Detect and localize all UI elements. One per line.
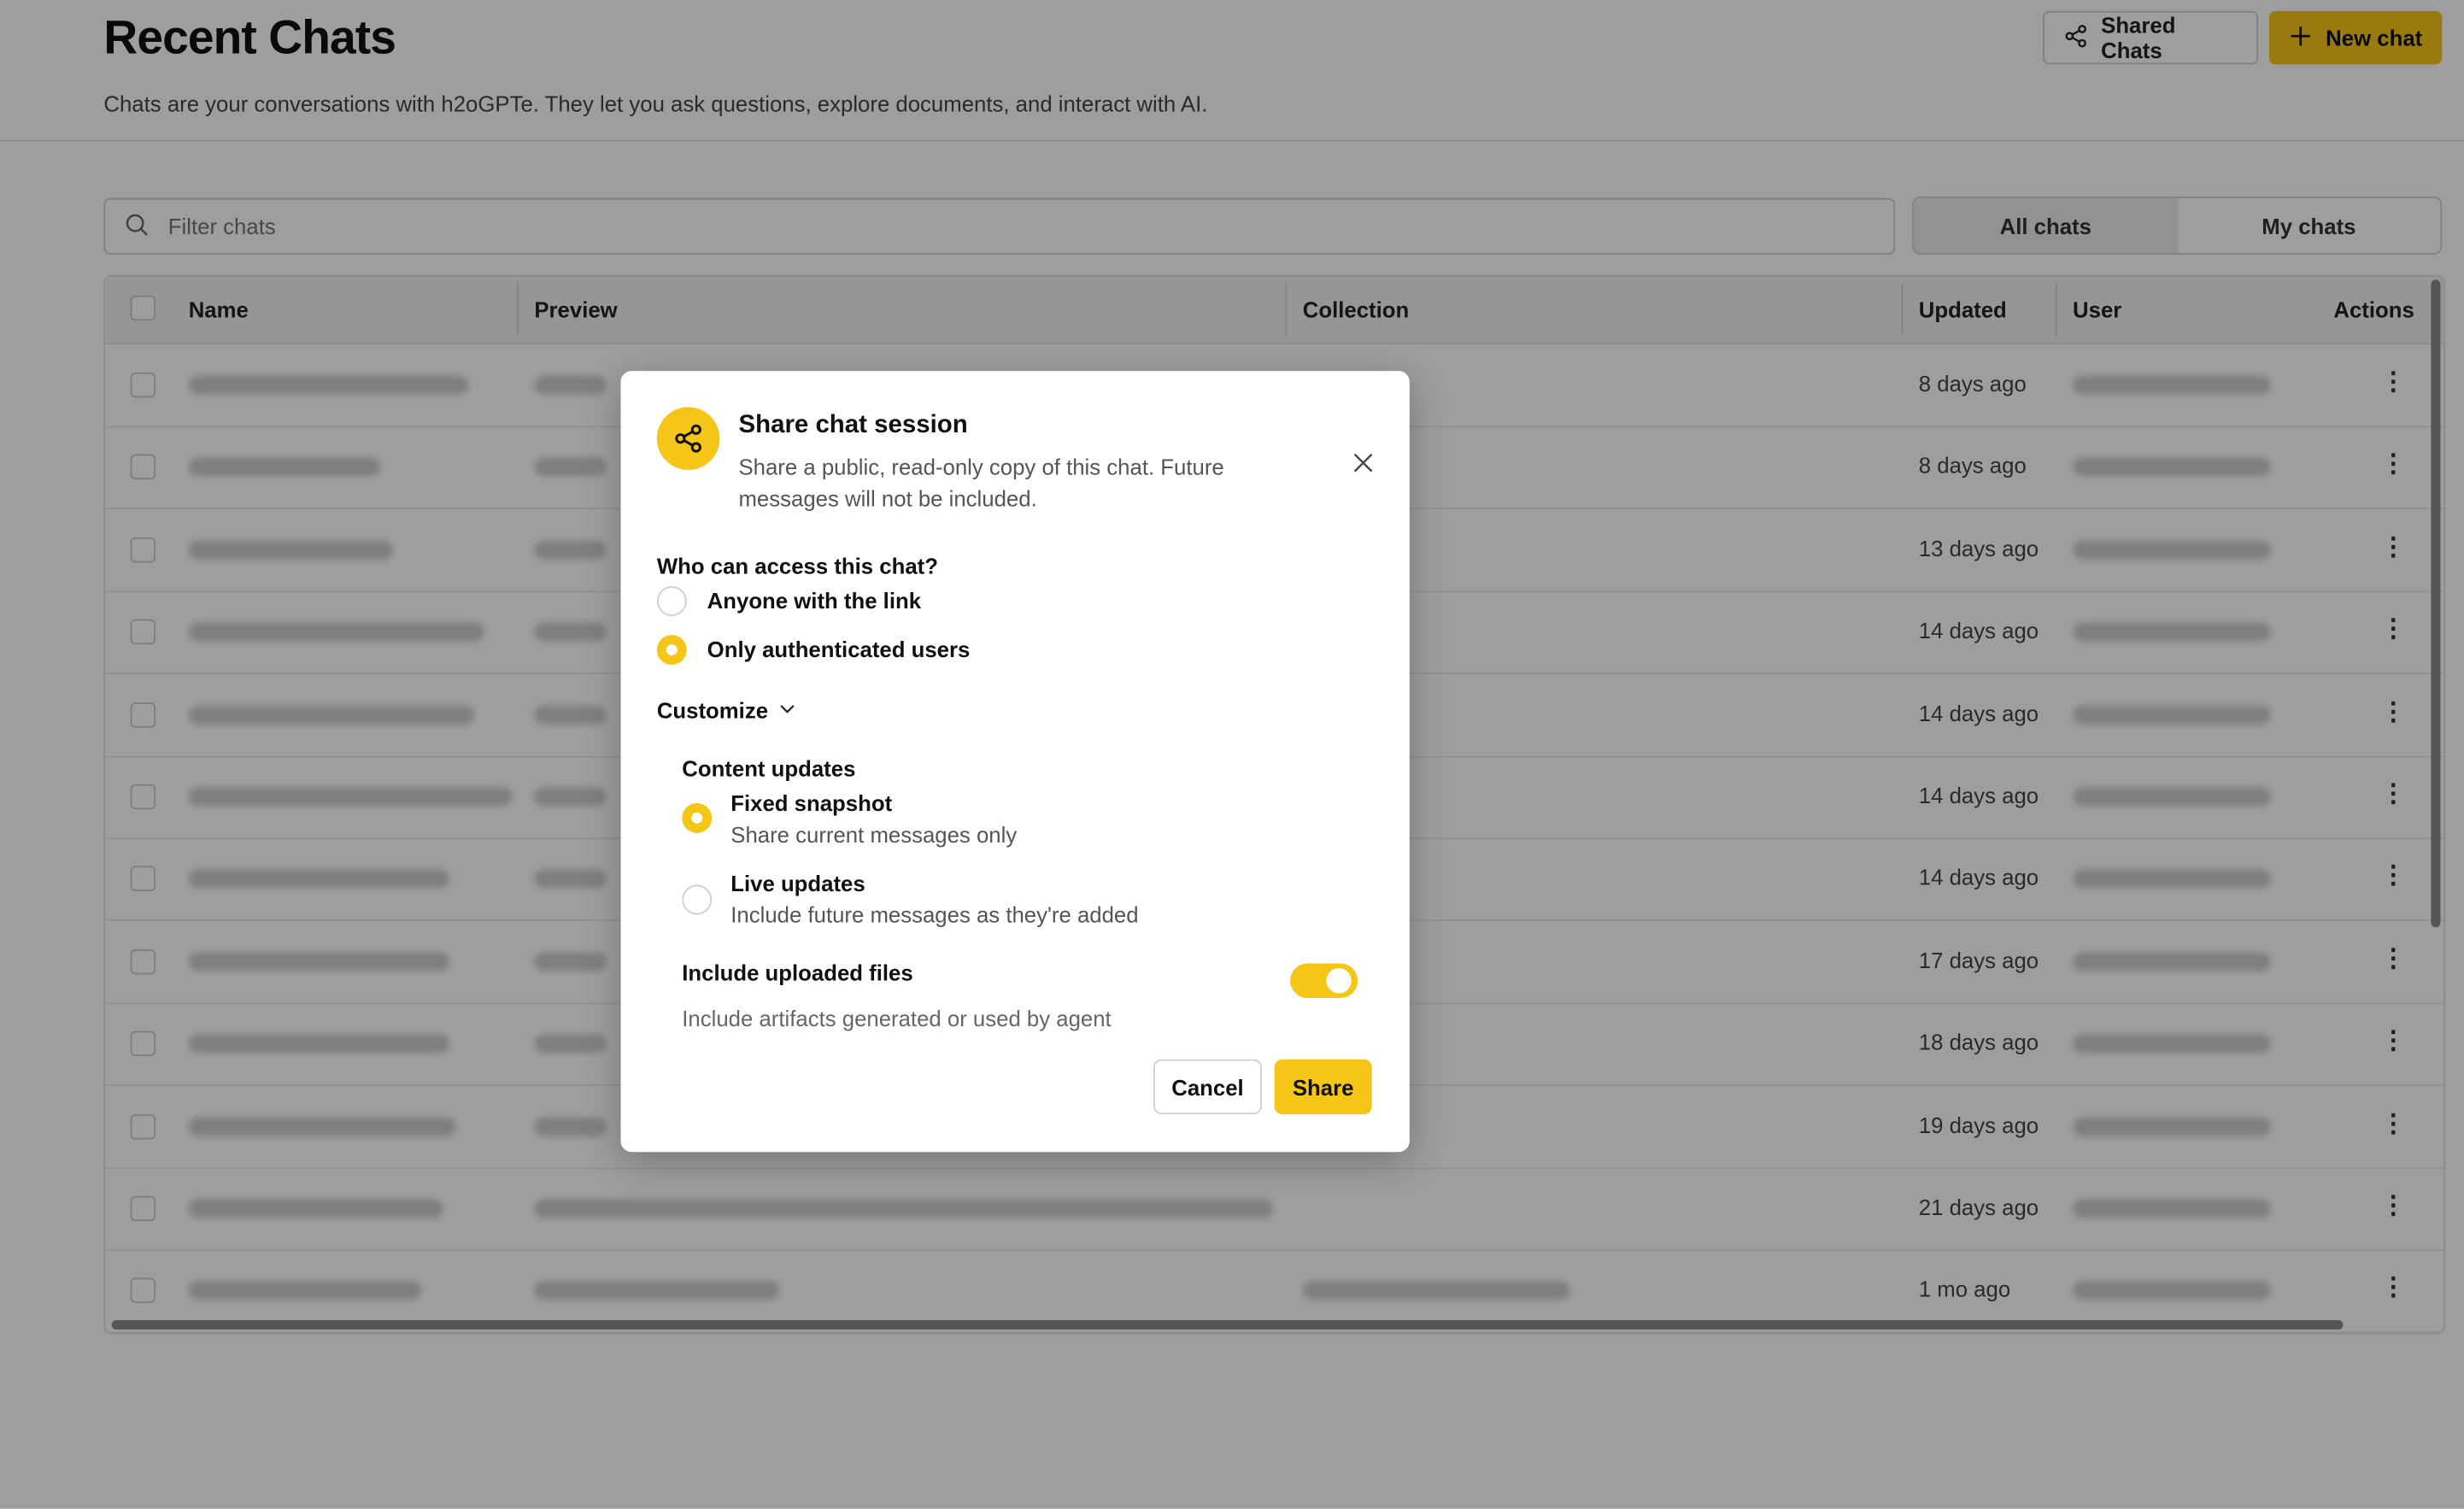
radio-fixed-snapshot[interactable] [682,802,713,833]
radio-anyone-with-link[interactable] [656,586,687,617]
share-chat-dialog: Share chat session Share a public, read-… [620,371,1410,1153]
include-files-description: Include artifacts generated or used by a… [682,1006,1112,1031]
option-live-updates[interactable]: Live updates [730,871,865,895]
radio-authenticated-users[interactable] [656,635,687,666]
close-icon[interactable] [1346,446,1378,478]
share-icon [656,407,720,470]
customize-toggle[interactable]: Customize [657,698,796,723]
content-updates-label: Content updates [682,755,856,782]
app-root: Recent Chats Chats are your conversation… [0,0,2464,1509]
customize-label: Customize [656,697,769,724]
access-question: Who can access this chat? [656,553,938,578]
option-anyone-with-link[interactable]: Anyone with the link [707,588,921,613]
include-files-toggle[interactable] [1290,963,1358,998]
option-fixed-snapshot[interactable]: Fixed snapshot [730,790,892,815]
fixed-snapshot-description: Share current messages only [730,821,1018,848]
live-updates-description: Include future messages as they're added [730,901,1139,928]
radio-live-updates[interactable] [682,884,713,915]
cancel-button[interactable]: Cancel [1153,1059,1262,1115]
chevron-down-icon [777,698,796,723]
dialog-description: Share a public, read-only copy of this c… [738,454,1224,511]
option-authenticated-users[interactable]: Only authenticated users [707,637,971,661]
share-button[interactable]: Share [1274,1059,1372,1115]
page: Recent Chats Chats are your conversation… [0,0,2464,1509]
include-files-label: Include uploaded files [682,960,913,986]
dialog-title: Share chat session [738,411,968,439]
toggle-knob [1326,968,1352,994]
